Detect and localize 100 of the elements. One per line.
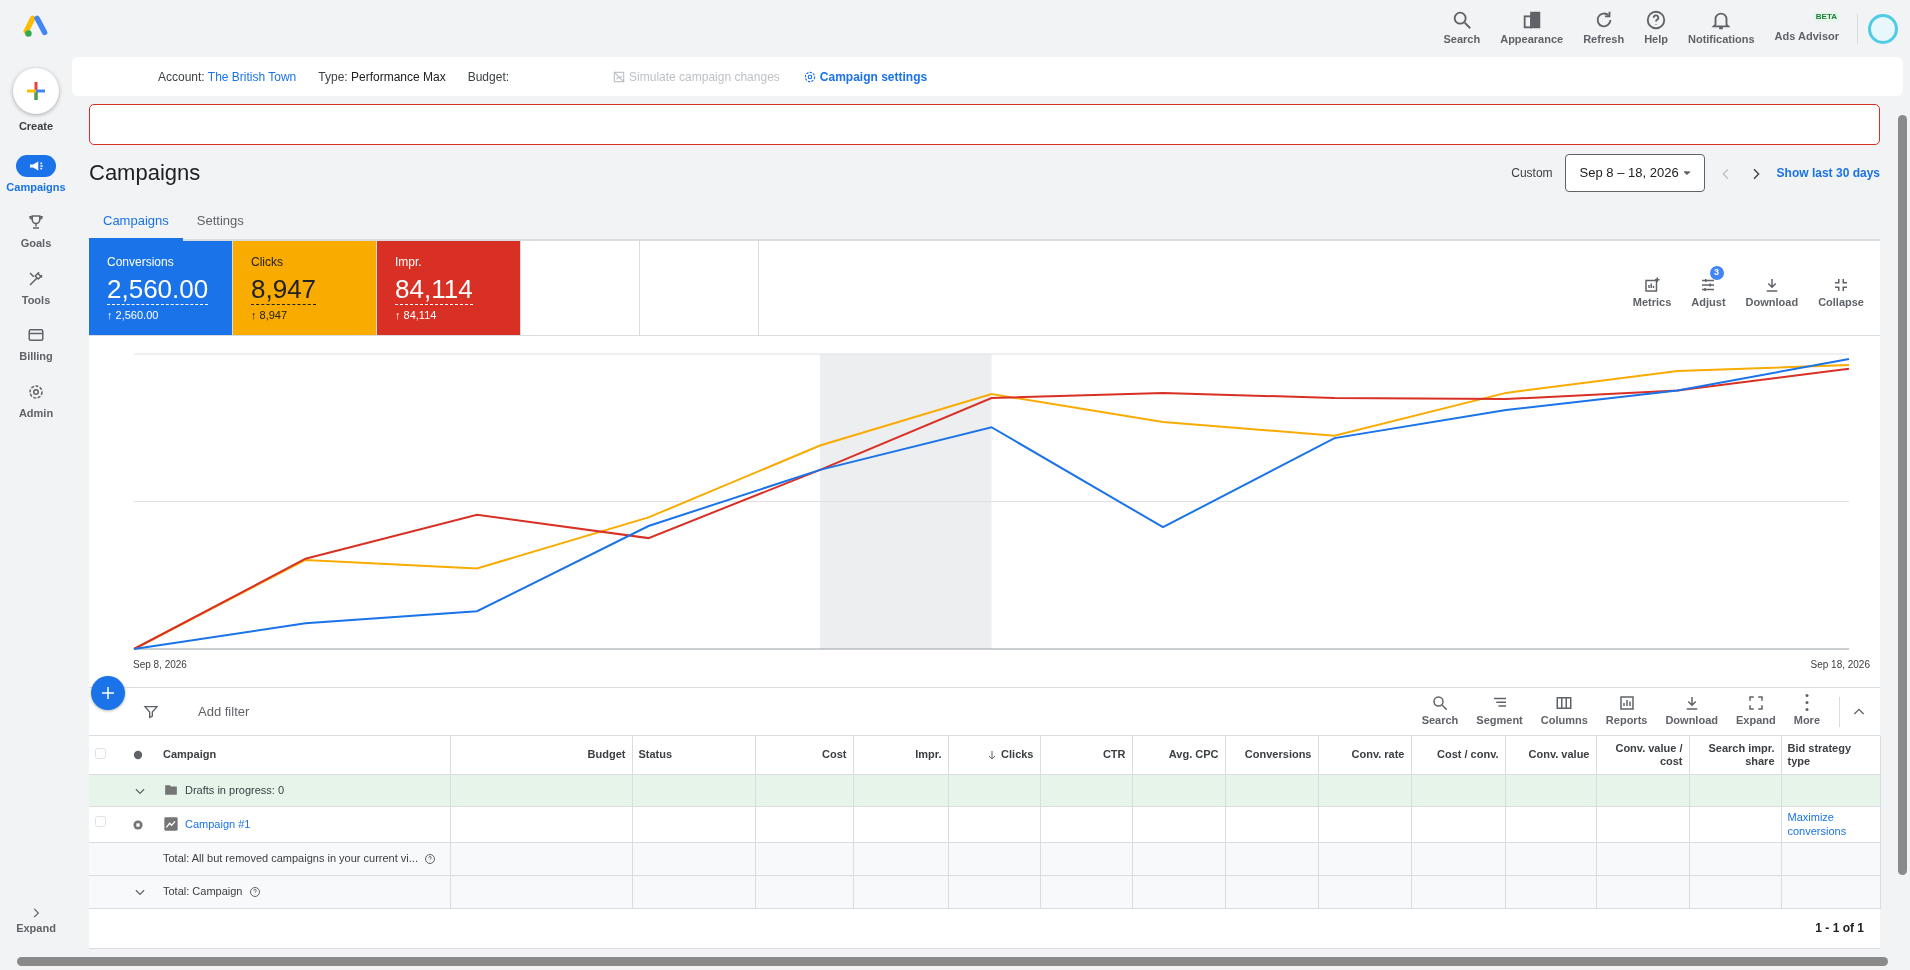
- beta-badge: BETA: [1813, 12, 1839, 23]
- expand-icon: [1746, 694, 1765, 713]
- metric-change: ↑ 8,947: [251, 307, 288, 323]
- gear-icon: [802, 69, 817, 84]
- campaign-link[interactable]: Campaign #1: [185, 815, 251, 833]
- expand-button[interactable]: Expand: [16, 905, 56, 936]
- caret-icon: [1681, 168, 1692, 178]
- paused-status-icon: [133, 819, 143, 830]
- toolbar-button[interactable]: Notifications: [1680, 9, 1763, 48]
- toolbar-button[interactable]: Search: [1435, 9, 1489, 48]
- tab[interactable]: Settings: [182, 210, 258, 241]
- table-tool-button[interactable]: More: [1784, 694, 1829, 729]
- add-button[interactable]: [91, 676, 125, 710]
- column-header[interactable]: Campaign: [163, 748, 444, 762]
- metric-card[interactable]: Impr. 84,114 ↑ 84,114: [377, 241, 521, 335]
- column-header[interactable]: Avg. CPC: [1138, 748, 1219, 762]
- credit-card-icon: [27, 326, 45, 344]
- plus-icon: [99, 684, 117, 702]
- metric-card[interactable]: Conversions 2,560.00 ↑ 2,560.00: [89, 241, 233, 335]
- campaign-type: Type: Performance Max: [318, 68, 446, 86]
- metric-card[interactable]: Clicks 8,947 ↑ 8,947: [233, 241, 377, 335]
- column-header[interactable]: Impr.: [859, 748, 942, 762]
- axis-label: Sep 18, 2026: [1810, 658, 1870, 672]
- metric-name: Conversions: [107, 254, 174, 271]
- table-tool-button[interactable]: Columns: [1531, 694, 1597, 729]
- table-tool-button[interactable]: Expand: [1727, 694, 1785, 729]
- select-all-checkbox[interactable]: [95, 748, 106, 760]
- trend-chart-icon: [163, 816, 179, 832]
- metric-name: Impr.: [395, 254, 422, 271]
- show-last-link[interactable]: Show last 30 days: [1776, 164, 1880, 182]
- total-label: Total: Campaign: [163, 884, 243, 900]
- metric-name: Clicks: [251, 254, 283, 271]
- gear-icon: [27, 382, 45, 401]
- page-title: Campaigns: [89, 159, 201, 187]
- metric-value: 2,560.00: [107, 275, 209, 305]
- column-header[interactable]: Cost: [761, 748, 847, 762]
- row-checkbox[interactable]: [95, 815, 106, 827]
- account-info: Account: The British Town: [158, 68, 297, 86]
- chart-tool-button[interactable]: Collapse: [1808, 265, 1874, 311]
- sidebar-item[interactable]: Goals: [16, 211, 56, 252]
- chart-tool-button[interactable]: Metrics: [1622, 265, 1682, 311]
- column-header[interactable]: Conversions: [1231, 748, 1312, 762]
- chart-plus-icon: [1643, 275, 1662, 294]
- total-label: Total: All but removed campaigns in your current vi...: [163, 851, 418, 867]
- create-label: Create: [18, 119, 54, 134]
- search-icon: [1430, 694, 1449, 713]
- date-range-dropdown[interactable]: Sep 8 – 18, 2026: [1564, 154, 1705, 192]
- more-icon: [1804, 694, 1809, 712]
- toolbar-button[interactable]: BETA Ads Advisor: [1766, 12, 1847, 45]
- metric-value: 84,114: [395, 275, 473, 305]
- metric-change: ↑ 2,560.00: [107, 307, 159, 323]
- column-header[interactable]: Conv. value: [1511, 748, 1590, 762]
- pagination-text: 1 - 1 of 1: [1815, 920, 1864, 937]
- toolbar-button[interactable]: Refresh: [1575, 9, 1633, 48]
- chart-off-icon: [612, 69, 627, 84]
- trophy-icon: [27, 213, 45, 231]
- folder-icon: [163, 783, 179, 797]
- metric-value: 8,947: [251, 275, 317, 305]
- table-tool-button[interactable]: Segment: [1467, 694, 1532, 729]
- column-header[interactable]: Conv. rate: [1324, 748, 1405, 762]
- chart-tool-button[interactable]: Download: [1735, 265, 1809, 311]
- chart-tool-button[interactable]: Adjust 3: [1681, 265, 1736, 311]
- range-label: Custom: [1511, 165, 1553, 182]
- plus-icon: [24, 79, 48, 103]
- count-badge: 3: [1709, 265, 1724, 280]
- bid-strategy-link[interactable]: Maximize conversions: [1787, 809, 1874, 839]
- row-label: Drafts in progress: 0: [185, 782, 285, 798]
- column-header[interactable]: CTR: [1046, 748, 1126, 762]
- sidebar-item[interactable]: Tools: [16, 267, 56, 308]
- scrollbar[interactable]: [1898, 115, 1907, 875]
- avatar[interactable]: [1868, 13, 1898, 44]
- column-header[interactable]: Clicks: [954, 748, 1034, 762]
- add-filter-button[interactable]: Add filter: [197, 700, 251, 723]
- budget-label: Budget:: [467, 68, 510, 86]
- campaign-settings-link[interactable]: Campaign settings: [802, 67, 928, 86]
- logo-icon: [22, 14, 50, 40]
- sidebar-item[interactable]: Admin: [16, 380, 56, 421]
- status-dot-icon: [133, 750, 143, 761]
- sidebar-item[interactable]: Campaigns: [6, 154, 66, 195]
- axis-label: Sep 8, 2026: [133, 658, 187, 672]
- table-tool-button[interactable]: Search: [1412, 694, 1468, 729]
- help-icon: [248, 885, 261, 898]
- toolbar-button[interactable]: Help: [1636, 9, 1676, 48]
- column-header[interactable]: Conv. value / cost: [1602, 741, 1683, 768]
- metric-change: ↑ 84,114: [395, 307, 437, 323]
- column-header[interactable]: Status: [638, 748, 749, 762]
- table-tool-button[interactable]: Reports: [1596, 694, 1657, 729]
- help-icon: [1645, 9, 1668, 32]
- toolbar-button[interactable]: Appearance: [1492, 9, 1572, 48]
- column-header[interactable]: Budget: [456, 748, 626, 762]
- column-header[interactable]: Bid strategy type: [1787, 741, 1874, 768]
- scrollbar[interactable]: [17, 957, 1888, 966]
- table-tool-button[interactable]: Download: [1656, 694, 1727, 729]
- bar-chart-icon: [1617, 694, 1636, 713]
- sidebar-item[interactable]: Billing: [16, 324, 56, 365]
- wrench-icon: [27, 269, 45, 288]
- filter-icon: [143, 703, 159, 720]
- column-header[interactable]: Cost / conv.: [1417, 748, 1499, 762]
- column-header[interactable]: Search impr. share: [1695, 741, 1775, 768]
- create-button[interactable]: [13, 68, 59, 114]
